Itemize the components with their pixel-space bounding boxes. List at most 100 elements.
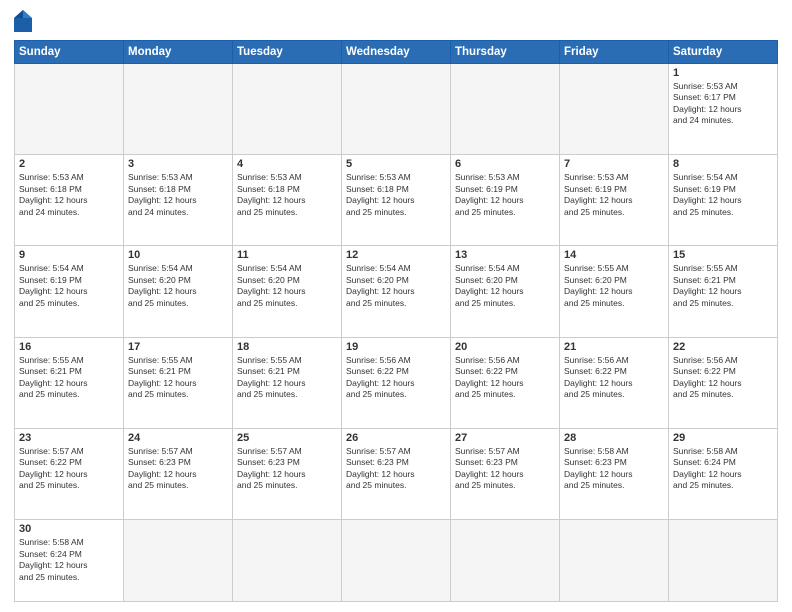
logo-icon bbox=[14, 10, 32, 32]
week-row-6: 30 Sunrise: 5:58 AM Sunset: 6:24 PM Dayli… bbox=[15, 520, 778, 602]
calendar-cell: 16 Sunrise: 5:55 AM Sunset: 6:21 PM Dayli… bbox=[15, 337, 124, 428]
day-info: Sunrise: 5:53 AM Sunset: 6:18 PM Dayligh… bbox=[19, 172, 119, 218]
day-number: 22 bbox=[673, 341, 773, 353]
day-info: Sunrise: 5:55 AM Sunset: 6:21 PM Dayligh… bbox=[673, 263, 773, 309]
header bbox=[14, 10, 778, 32]
week-row-1: 1 Sunrise: 5:53 AM Sunset: 6:17 PM Daylig… bbox=[15, 64, 778, 155]
day-number: 9 bbox=[19, 249, 119, 261]
day-number: 11 bbox=[237, 249, 337, 261]
calendar-cell: 27 Sunrise: 5:57 AM Sunset: 6:23 PM Dayli… bbox=[451, 428, 560, 519]
calendar-cell: 7Sunrise: 5:53 AM Sunset: 6:19 PM Daylig… bbox=[560, 155, 669, 246]
day-number: 26 bbox=[346, 432, 446, 444]
calendar-cell: 6Sunrise: 5:53 AM Sunset: 6:19 PM Daylig… bbox=[451, 155, 560, 246]
day-info: Sunrise: 5:53 AM Sunset: 6:17 PM Dayligh… bbox=[673, 81, 773, 127]
day-number: 18 bbox=[237, 341, 337, 353]
day-number: 2 bbox=[19, 158, 119, 170]
day-info: Sunrise: 5:53 AM Sunset: 6:18 PM Dayligh… bbox=[346, 172, 446, 218]
calendar-cell: 25 Sunrise: 5:57 AM Sunset: 6:23 PM Dayli… bbox=[233, 428, 342, 519]
calendar-cell: 15 Sunrise: 5:55 AM Sunset: 6:21 PM Dayli… bbox=[669, 246, 778, 337]
day-number: 20 bbox=[455, 341, 555, 353]
day-info: Sunrise: 5:54 AM Sunset: 6:20 PM Dayligh… bbox=[237, 263, 337, 309]
day-number: 10 bbox=[128, 249, 228, 261]
calendar-cell: 17 Sunrise: 5:55 AM Sunset: 6:21 PM Dayli… bbox=[124, 337, 233, 428]
day-info: Sunrise: 5:56 AM Sunset: 6:22 PM Dayligh… bbox=[346, 355, 446, 401]
day-info: Sunrise: 5:55 AM Sunset: 6:21 PM Dayligh… bbox=[128, 355, 228, 401]
calendar-cell bbox=[233, 520, 342, 602]
week-row-2: 2 Sunrise: 5:53 AM Sunset: 6:18 PM Daylig… bbox=[15, 155, 778, 246]
day-info: Sunrise: 5:55 AM Sunset: 6:21 PM Dayligh… bbox=[237, 355, 337, 401]
day-info: Sunrise: 5:57 AM Sunset: 6:23 PM Dayligh… bbox=[128, 446, 228, 492]
calendar-cell bbox=[15, 64, 124, 155]
day-info: Sunrise: 5:58 AM Sunset: 6:24 PM Dayligh… bbox=[19, 537, 119, 583]
day-header-sunday: Sunday bbox=[15, 41, 124, 64]
calendar-cell bbox=[560, 64, 669, 155]
calendar-page: SundayMondayTuesdayWednesdayThursdayFrid… bbox=[0, 0, 792, 612]
day-number: 27 bbox=[455, 432, 555, 444]
day-number: 12 bbox=[346, 249, 446, 261]
day-header-tuesday: Tuesday bbox=[233, 41, 342, 64]
calendar-cell: 29Sunrise: 5:58 AM Sunset: 6:24 PM Dayli… bbox=[669, 428, 778, 519]
calendar-cell: 19 Sunrise: 5:56 AM Sunset: 6:22 PM Dayli… bbox=[342, 337, 451, 428]
day-info: Sunrise: 5:56 AM Sunset: 6:22 PM Dayligh… bbox=[455, 355, 555, 401]
calendar-cell: 20 Sunrise: 5:56 AM Sunset: 6:22 PM Dayli… bbox=[451, 337, 560, 428]
day-info: Sunrise: 5:58 AM Sunset: 6:24 PM Dayligh… bbox=[673, 446, 773, 492]
calendar-cell: 10 Sunrise: 5:54 AM Sunset: 6:20 PM Dayli… bbox=[124, 246, 233, 337]
day-header-wednesday: Wednesday bbox=[342, 41, 451, 64]
logo bbox=[14, 10, 36, 32]
day-info: Sunrise: 5:54 AM Sunset: 6:20 PM Dayligh… bbox=[128, 263, 228, 309]
calendar-cell: 9 Sunrise: 5:54 AM Sunset: 6:19 PM Daylig… bbox=[15, 246, 124, 337]
day-number: 16 bbox=[19, 341, 119, 353]
day-info: Sunrise: 5:57 AM Sunset: 6:23 PM Dayligh… bbox=[346, 446, 446, 492]
calendar-cell: 18 Sunrise: 5:55 AM Sunset: 6:21 PM Dayli… bbox=[233, 337, 342, 428]
day-info: Sunrise: 5:54 AM Sunset: 6:20 PM Dayligh… bbox=[346, 263, 446, 309]
calendar-cell: 30 Sunrise: 5:58 AM Sunset: 6:24 PM Dayli… bbox=[15, 520, 124, 602]
calendar-cell: 3 Sunrise: 5:53 AM Sunset: 6:18 PM Daylig… bbox=[124, 155, 233, 246]
day-number: 15 bbox=[673, 249, 773, 261]
day-number: 23 bbox=[19, 432, 119, 444]
day-number: 8 bbox=[673, 158, 773, 170]
day-number: 28 bbox=[564, 432, 664, 444]
day-info: Sunrise: 5:53 AM Sunset: 6:18 PM Dayligh… bbox=[128, 172, 228, 218]
calendar-cell bbox=[124, 64, 233, 155]
day-number: 24 bbox=[128, 432, 228, 444]
day-info: Sunrise: 5:55 AM Sunset: 6:21 PM Dayligh… bbox=[19, 355, 119, 401]
week-row-3: 9 Sunrise: 5:54 AM Sunset: 6:19 PM Daylig… bbox=[15, 246, 778, 337]
day-header-thursday: Thursday bbox=[451, 41, 560, 64]
day-info: Sunrise: 5:54 AM Sunset: 6:19 PM Dayligh… bbox=[19, 263, 119, 309]
calendar-cell: 28 Sunrise: 5:58 AM Sunset: 6:23 PM Dayli… bbox=[560, 428, 669, 519]
calendar-cell bbox=[342, 520, 451, 602]
day-number: 19 bbox=[346, 341, 446, 353]
day-number: 21 bbox=[564, 341, 664, 353]
day-number: 17 bbox=[128, 341, 228, 353]
day-info: Sunrise: 5:57 AM Sunset: 6:23 PM Dayligh… bbox=[455, 446, 555, 492]
day-info: Sunrise: 5:53 AM Sunset: 6:19 PM Dayligh… bbox=[564, 172, 664, 218]
day-info: Sunrise: 5:58 AM Sunset: 6:23 PM Dayligh… bbox=[564, 446, 664, 492]
day-header-friday: Friday bbox=[560, 41, 669, 64]
calendar-cell: 5Sunrise: 5:53 AM Sunset: 6:18 PM Daylig… bbox=[342, 155, 451, 246]
day-header-saturday: Saturday bbox=[669, 41, 778, 64]
calendar-cell: 23 Sunrise: 5:57 AM Sunset: 6:22 PM Dayli… bbox=[15, 428, 124, 519]
calendar-cell: 24 Sunrise: 5:57 AM Sunset: 6:23 PM Dayli… bbox=[124, 428, 233, 519]
calendar-cell: 4Sunrise: 5:53 AM Sunset: 6:18 PM Daylig… bbox=[233, 155, 342, 246]
calendar-cell: 12 Sunrise: 5:54 AM Sunset: 6:20 PM Dayli… bbox=[342, 246, 451, 337]
calendar-cell: 14Sunrise: 5:55 AM Sunset: 6:20 PM Dayli… bbox=[560, 246, 669, 337]
day-info: Sunrise: 5:56 AM Sunset: 6:22 PM Dayligh… bbox=[673, 355, 773, 401]
day-number: 1 bbox=[673, 67, 773, 79]
day-info: Sunrise: 5:54 AM Sunset: 6:19 PM Dayligh… bbox=[673, 172, 773, 218]
day-info: Sunrise: 5:53 AM Sunset: 6:19 PM Dayligh… bbox=[455, 172, 555, 218]
day-info: Sunrise: 5:56 AM Sunset: 6:22 PM Dayligh… bbox=[564, 355, 664, 401]
calendar-cell: 8 Sunrise: 5:54 AM Sunset: 6:19 PM Daylig… bbox=[669, 155, 778, 246]
day-header-monday: Monday bbox=[124, 41, 233, 64]
day-info: Sunrise: 5:55 AM Sunset: 6:20 PM Dayligh… bbox=[564, 263, 664, 309]
day-info: Sunrise: 5:57 AM Sunset: 6:22 PM Dayligh… bbox=[19, 446, 119, 492]
day-number: 30 bbox=[19, 523, 119, 535]
day-number: 25 bbox=[237, 432, 337, 444]
calendar-cell: 21 Sunrise: 5:56 AM Sunset: 6:22 PM Dayli… bbox=[560, 337, 669, 428]
day-info: Sunrise: 5:57 AM Sunset: 6:23 PM Dayligh… bbox=[237, 446, 337, 492]
week-row-5: 23 Sunrise: 5:57 AM Sunset: 6:22 PM Dayli… bbox=[15, 428, 778, 519]
calendar-cell: 13Sunrise: 5:54 AM Sunset: 6:20 PM Dayli… bbox=[451, 246, 560, 337]
day-number: 3 bbox=[128, 158, 228, 170]
week-row-4: 16 Sunrise: 5:55 AM Sunset: 6:21 PM Dayli… bbox=[15, 337, 778, 428]
calendar-table: SundayMondayTuesdayWednesdayThursdayFrid… bbox=[14, 40, 778, 602]
calendar-cell bbox=[233, 64, 342, 155]
